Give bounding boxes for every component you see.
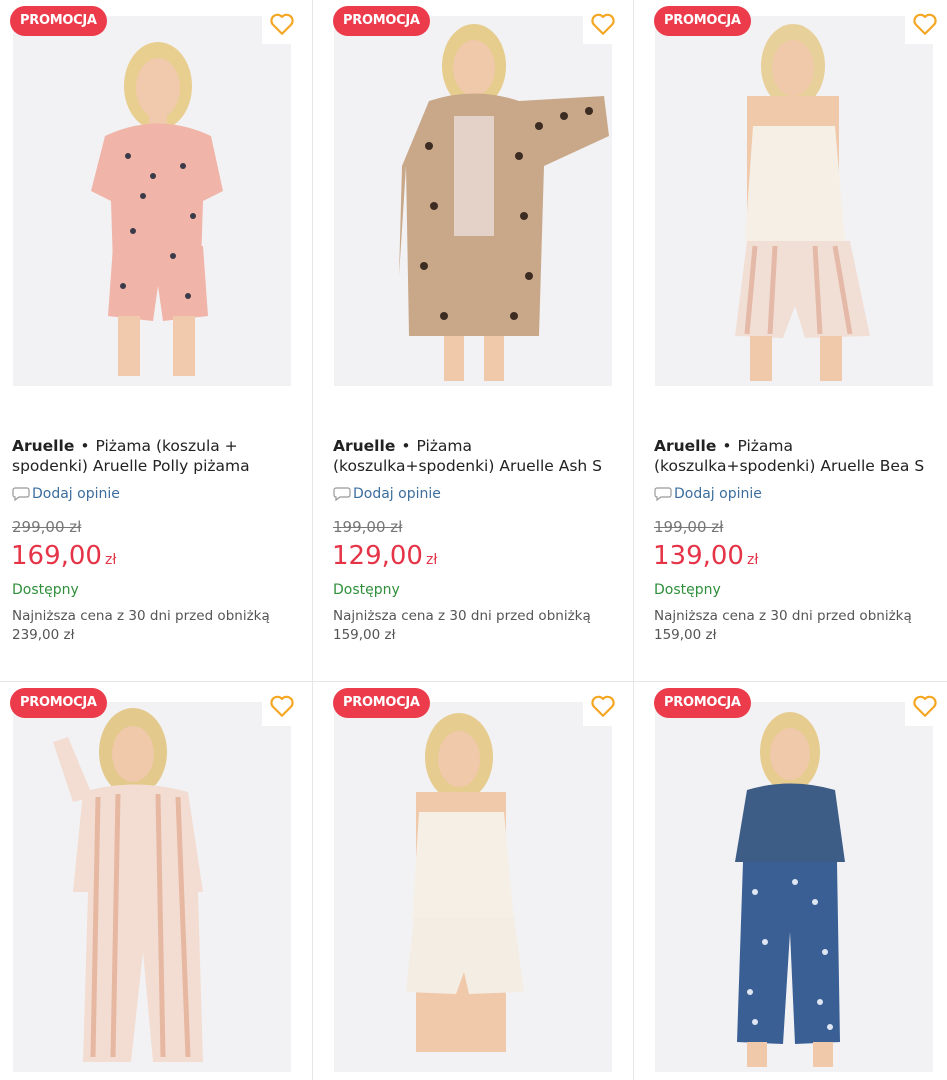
- add-to-favorites-button[interactable]: [262, 686, 302, 726]
- product-image[interactable]: [13, 16, 291, 386]
- heart-outline-icon: [270, 13, 294, 35]
- product-photo-cream-cami: [655, 16, 933, 386]
- product-photo-leopard-robe: [334, 16, 612, 386]
- product-card[interactable]: PROMOCJA: [0, 682, 312, 1080]
- old-price: 299,00 zł: [12, 518, 82, 536]
- price-currency: zł: [425, 552, 438, 568]
- promo-badge: PROMOCJA: [333, 688, 430, 718]
- product-card[interactable]: PROMOCJA Aruelle • Piżama (koszulka+spoden…: [313, 0, 633, 681]
- speech-bubble-icon: [654, 487, 672, 502]
- product-photo-striped-pajama: [13, 702, 291, 1072]
- heart-outline-icon: [270, 695, 294, 717]
- lowest-price-note: Najniższa cena z 30 dni przed obniżką 15…: [654, 607, 939, 645]
- heart-outline-icon: [913, 13, 937, 35]
- add-to-favorites-button[interactable]: [905, 4, 945, 44]
- promo-badge: PROMOCJA: [654, 6, 751, 36]
- title-separator: •: [80, 437, 90, 455]
- current-price: 169,00 zł: [11, 541, 116, 571]
- promo-badge: PROMOCJA: [10, 688, 107, 718]
- product-grid: PROMOCJA Aruelle • Piżama (koszula + spode…: [0, 0, 947, 1080]
- add-to-favorites-button[interactable]: [905, 686, 945, 726]
- lowest-price-label: Najniższa cena z 30 dni przed obniżką: [654, 608, 912, 624]
- lowest-price-label: Najniższa cena z 30 dni przed obniżką: [12, 608, 270, 624]
- availability-status: Dostępny: [333, 582, 400, 598]
- speech-bubble-icon: [12, 487, 30, 502]
- title-separator: •: [722, 437, 732, 455]
- current-price: 129,00 zł: [332, 541, 437, 571]
- promo-badge: PROMOCJA: [10, 6, 107, 36]
- product-title[interactable]: Aruelle • Piżama (koszula + spodenki) Arue…: [12, 436, 302, 476]
- old-price: 199,00 zł: [654, 518, 724, 536]
- add-review-label: Dodaj opinie: [353, 486, 441, 502]
- lowest-price-note: Najniższa cena z 30 dni przed obniżką 15…: [333, 607, 628, 645]
- product-brand: Aruelle: [12, 437, 75, 455]
- add-review-link[interactable]: Dodaj opinie: [654, 486, 762, 502]
- product-image[interactable]: [334, 702, 612, 1072]
- promo-badge: PROMOCJA: [333, 6, 430, 36]
- product-brand: Aruelle: [654, 437, 717, 455]
- product-image[interactable]: [655, 16, 933, 386]
- product-card[interactable]: PROMOCJA: [313, 682, 633, 1080]
- add-to-favorites-button[interactable]: [583, 686, 623, 726]
- lowest-price-value: 239,00 zł: [12, 627, 75, 643]
- title-separator: •: [401, 437, 411, 455]
- lowest-price-value: 159,00 zł: [654, 627, 717, 643]
- heart-outline-icon: [591, 13, 615, 35]
- product-title[interactable]: Aruelle • Piżama (koszulka+spodenki) Aruel…: [654, 436, 944, 476]
- product-image[interactable]: [334, 16, 612, 386]
- heart-outline-icon: [913, 695, 937, 717]
- product-card[interactable]: PROMOCJA Aruelle • Piżama (koszulka+spoden…: [634, 0, 947, 681]
- price-value: 169,00: [11, 541, 102, 571]
- product-card[interactable]: PROMOCJA Aruelle • Piżama (koszula + spode…: [0, 0, 312, 681]
- speech-bubble-icon: [333, 487, 351, 502]
- add-review-label: Dodaj opinie: [674, 486, 762, 502]
- add-review-link[interactable]: Dodaj opinie: [333, 486, 441, 502]
- old-price: 199,00 zł: [333, 518, 403, 536]
- availability-status: Dostępny: [654, 582, 721, 598]
- product-image[interactable]: [655, 702, 933, 1072]
- lowest-price-label: Najniższa cena z 30 dni przed obniżką: [333, 608, 591, 624]
- price-value: 129,00: [332, 541, 423, 571]
- lowest-price-value: 159,00 zł: [333, 627, 396, 643]
- product-image[interactable]: [13, 702, 291, 1072]
- add-review-label: Dodaj opinie: [32, 486, 120, 502]
- add-review-link[interactable]: Dodaj opinie: [12, 486, 120, 502]
- product-card[interactable]: PROMOCJA: [634, 682, 947, 1080]
- price-currency: zł: [746, 552, 759, 568]
- product-photo-navy-pajama: [655, 702, 933, 1072]
- product-title[interactable]: Aruelle • Piżama (koszulka+spodenki) Aruel…: [333, 436, 623, 476]
- add-to-favorites-button[interactable]: [583, 4, 623, 44]
- availability-status: Dostępny: [12, 582, 79, 598]
- add-to-favorites-button[interactable]: [262, 4, 302, 44]
- heart-outline-icon: [591, 695, 615, 717]
- product-brand: Aruelle: [333, 437, 396, 455]
- product-photo-pink-pajama: [13, 16, 291, 386]
- lowest-price-note: Najniższa cena z 30 dni przed obniżką 23…: [12, 607, 307, 645]
- price-currency: zł: [104, 552, 117, 568]
- product-photo-cream-lace: [334, 702, 612, 1072]
- current-price: 139,00 zł: [653, 541, 758, 571]
- price-value: 139,00: [653, 541, 744, 571]
- promo-badge: PROMOCJA: [654, 688, 751, 718]
